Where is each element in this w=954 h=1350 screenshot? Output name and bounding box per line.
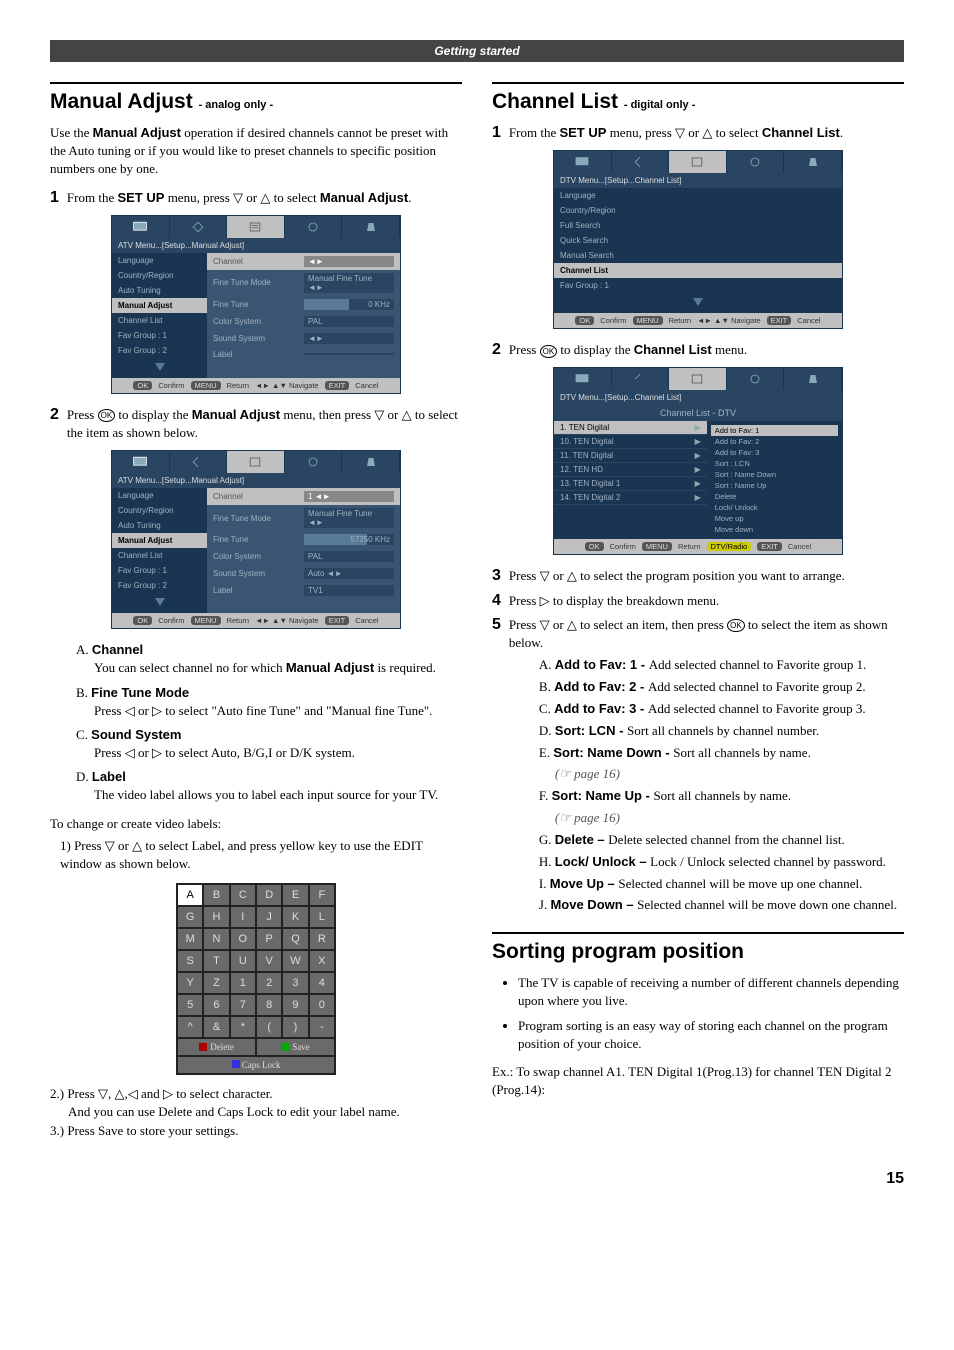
vkbd-save: Save xyxy=(256,1038,335,1056)
vkbd-key: 5 xyxy=(177,994,203,1016)
left-column: Manual Adjust - analog only - Use the Ma… xyxy=(50,82,462,1140)
heading-text: Manual Adjust xyxy=(50,90,193,113)
item-d: D. Label xyxy=(76,768,462,786)
vkbd-key: H xyxy=(203,906,229,928)
vkbd-delete: Delete xyxy=(177,1038,256,1056)
vkbd-key: E xyxy=(282,884,308,906)
page-number: 15 xyxy=(50,1170,904,1188)
osd-channel-list-dtv: DTV Menu...[Setup...Channel List] Channe… xyxy=(553,367,843,555)
cl-step-5: 5 Press ▽ or △ to select an item, then p… xyxy=(492,616,904,919)
step-number: 2 xyxy=(50,406,59,442)
vkbd-key: R xyxy=(309,928,335,950)
item-a: A. Channel xyxy=(76,641,462,659)
step-2: 2 Press OK to display the Manual Adjust … xyxy=(50,406,462,442)
sorting-bullet: Program sorting is an easy way of storin… xyxy=(518,1017,904,1053)
channel-list-option: A. Add to Fav: 1 - Add selected channel … xyxy=(539,656,904,675)
osd-manual-adjust-1: ATV Menu...[Setup...Manual Adjust] Langu… xyxy=(111,215,401,394)
item-c: C. Sound System xyxy=(76,726,462,744)
step-number: 1 xyxy=(50,189,59,207)
intro-text: Use the Manual Adjust operation if desir… xyxy=(50,124,462,179)
channel-list-option: C. Add to Fav: 3 - Add selected channel … xyxy=(539,700,904,719)
vkbd-key: U xyxy=(230,950,256,972)
vkbd-key: F xyxy=(309,884,335,906)
channel-list-option: I. Move Up – Selected channel will be mo… xyxy=(539,875,904,894)
channel-list-heading: Channel List - digital only - xyxy=(492,82,904,114)
vkbd-key: 3 xyxy=(282,972,308,994)
vkbd-key: 8 xyxy=(256,994,282,1016)
vkbd-key: ) xyxy=(282,1016,308,1038)
vkbd-key: 9 xyxy=(282,994,308,1016)
vkbd-key: N xyxy=(203,928,229,950)
manual-adjust-heading: Manual Adjust - analog only - xyxy=(50,82,462,114)
vkbd-key: B xyxy=(203,884,229,906)
vkbd-key: 4 xyxy=(309,972,335,994)
channel-list-option: D. Sort: LCN - Sort all channels by chan… xyxy=(539,722,904,741)
vkbd-key: P xyxy=(256,928,282,950)
vkbd-key: I xyxy=(230,906,256,928)
cl-step-4: 4 Press ▷ to display the breakdown menu. xyxy=(492,592,904,610)
right-column: Channel List - digital only - 1 From the… xyxy=(492,82,904,1140)
sorting-heading: Sorting program position xyxy=(492,932,904,964)
vkbd-key: X xyxy=(309,950,335,972)
vkbd-key: C xyxy=(230,884,256,906)
vkbd-key: A xyxy=(177,884,203,906)
vkbd-key: ( xyxy=(256,1016,282,1038)
page-header: Getting started xyxy=(50,40,904,62)
vkbd-key: 0 xyxy=(309,994,335,1016)
vkbd-key: M xyxy=(177,928,203,950)
channel-list-option: E. Sort: Name Down - Sort all channels b… xyxy=(539,744,904,763)
ok-icon: OK xyxy=(540,345,558,358)
item-b: B. Fine Tune Mode xyxy=(76,684,462,702)
sorting-bullet: The TV is capable of receiving a number … xyxy=(518,974,904,1010)
vkbd-key: Y xyxy=(177,972,203,994)
vkbd-key: 7 xyxy=(230,994,256,1016)
vkbd-key: W xyxy=(282,950,308,972)
ok-icon: OK xyxy=(98,409,116,422)
vkbd-key: G xyxy=(177,906,203,928)
vkbd-key: 2 xyxy=(256,972,282,994)
osd-channel-list-setup: DTV Menu...[Setup...Channel List] Langua… xyxy=(553,150,843,329)
vkbd-key: J xyxy=(256,906,282,928)
vkbd-key: 1 xyxy=(230,972,256,994)
vkbd-key: V xyxy=(256,950,282,972)
step-1: 1 From the SET UP menu, press ▽ or △ to … xyxy=(50,189,462,207)
vkbd-key: L xyxy=(309,906,335,928)
channel-list-option: J. Move Down – Selected channel will be … xyxy=(539,896,904,915)
channel-list-option: F. Sort: Name Up - Sort all channels by … xyxy=(539,787,904,806)
vkbd-caps: Caps Lock xyxy=(177,1056,335,1074)
vkbd-key: * xyxy=(230,1016,256,1038)
vkbd-key: - xyxy=(309,1016,335,1038)
channel-list-option: B. Add to Fav: 2 - Add selected channel … xyxy=(539,678,904,697)
vkbd-key: Z xyxy=(203,972,229,994)
channel-list-option: H. Lock/ Unlock – Lock / Unlock selected… xyxy=(539,853,904,872)
vkbd-key: O xyxy=(230,928,256,950)
heading-sub: - analog only - xyxy=(199,99,274,111)
vkbd-key: Q xyxy=(282,928,308,950)
osd-manual-adjust-2: ATV Menu...[Setup...Manual Adjust] Langu… xyxy=(111,450,401,629)
vkbd-key: S xyxy=(177,950,203,972)
vkbd-key: & xyxy=(203,1016,229,1038)
osd-breadcrumb: ATV Menu...[Setup...Manual Adjust] xyxy=(112,238,400,253)
vkbd-key: ^ xyxy=(177,1016,203,1038)
cl-step-3: 3 Press ▽ or △ to select the program pos… xyxy=(492,567,904,585)
vkbd-key: K xyxy=(282,906,308,928)
ok-icon: OK xyxy=(727,619,745,632)
sorting-example: Ex.: To swap channel A1. TEN Digital 1(P… xyxy=(492,1063,904,1099)
channel-list-option: G. Delete – Delete selected channel from… xyxy=(539,831,904,850)
vkbd-key: 6 xyxy=(203,994,229,1016)
vkbd-key: T xyxy=(203,950,229,972)
vkbd-key: D xyxy=(256,884,282,906)
cl-step-1: 1 From the SET UP menu, press ▽ or △ to … xyxy=(492,124,904,142)
cl-step-2: 2 Press OK to display the Channel List m… xyxy=(492,341,904,359)
virtual-keyboard: ABCDEF GHIJKL MNOPQR STUVWX YZ1234 567890 ^&*(… xyxy=(176,883,336,1075)
